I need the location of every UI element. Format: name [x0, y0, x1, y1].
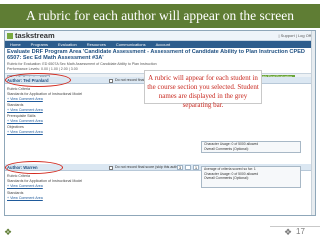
rubric-criteria-heading: Rubric Criteria: [7, 174, 30, 178]
slide-title: A rubric for each author will appear on …: [0, 4, 320, 28]
page-title: Evaluate DRF Program Area 'Candidate Ass…: [7, 49, 305, 61]
footer-rule: [270, 226, 320, 227]
overall-comments-label: Overall Comments (Optional):: [204, 176, 249, 181]
previous-slide-icon[interactable]: ❖: [4, 228, 12, 237]
header-links[interactable]: | Support | Log Off: [279, 31, 311, 41]
nav-account[interactable]: Account: [151, 41, 175, 48]
criterion-label: Standards: [7, 191, 24, 195]
page-number: 17: [296, 227, 305, 236]
view-comment-link[interactable]: + View Comment Area: [7, 184, 43, 189]
view-comment-link[interactable]: + View Comment Area: [7, 130, 43, 135]
nav-programs[interactable]: Programs: [26, 41, 53, 48]
nav-resources[interactable]: Resources: [82, 41, 111, 48]
skip-author-label: Do not record final score (skip this aut…: [115, 165, 182, 169]
highlight-circle: [5, 73, 71, 87]
nav-evaluation[interactable]: Evaluation: [53, 41, 82, 48]
slide-marker-icon: ❖: [284, 227, 293, 237]
highlight-circle: [5, 161, 63, 174]
app-header: taskstream | Support | Log Off: [5, 31, 315, 41]
scrollbar[interactable]: [311, 31, 315, 215]
criterion-label: Standards for Application of Instruction…: [7, 92, 83, 96]
view-comment-link[interactable]: + View Comment Area: [7, 97, 43, 102]
nav-communications[interactable]: Communications: [111, 41, 151, 48]
criterion-label: Objectives: [7, 125, 24, 129]
nav-home[interactable]: Home: [5, 41, 26, 48]
score-cell[interactable]: 3: [177, 165, 183, 170]
logo: taskstream: [7, 31, 55, 41]
view-comment-link[interactable]: + View Comment Area: [7, 196, 43, 201]
view-comment-link[interactable]: + View Comment Area: [7, 119, 43, 124]
skip-author-checkbox[interactable]: [109, 78, 113, 83]
logo-icon: [7, 33, 13, 39]
view-comment-link[interactable]: + View Comment Area: [7, 108, 43, 113]
screenshot-frame: taskstream | Support | Log Off Home Prog…: [4, 30, 316, 216]
comment-box[interactable]: Character Usage: 0 of 5000 allowed Overa…: [201, 141, 301, 153]
logo-text: taskstream: [15, 31, 55, 40]
score-cell[interactable]: [185, 165, 191, 170]
rubric-criteria-heading: Rubric Criteria: [7, 87, 30, 91]
criterion-label: Standards for Application of Instruction…: [7, 179, 83, 183]
callout-note: A rubric will appear for each student in…: [144, 70, 262, 109]
score-cell[interactable]: 1: [193, 165, 199, 170]
comment-box[interactable]: Average of criteria scored so far: 1 Cha…: [201, 166, 301, 188]
main-nav: Home Programs Evaluation Resources Commu…: [5, 41, 315, 48]
overall-comments-label: Overall Comments (Optional):: [204, 146, 249, 151]
criterion-label: Prerequisite Skills: [7, 114, 36, 118]
criterion-label: Standards: [7, 103, 24, 107]
skip-author-checkbox[interactable]: [109, 165, 113, 170]
